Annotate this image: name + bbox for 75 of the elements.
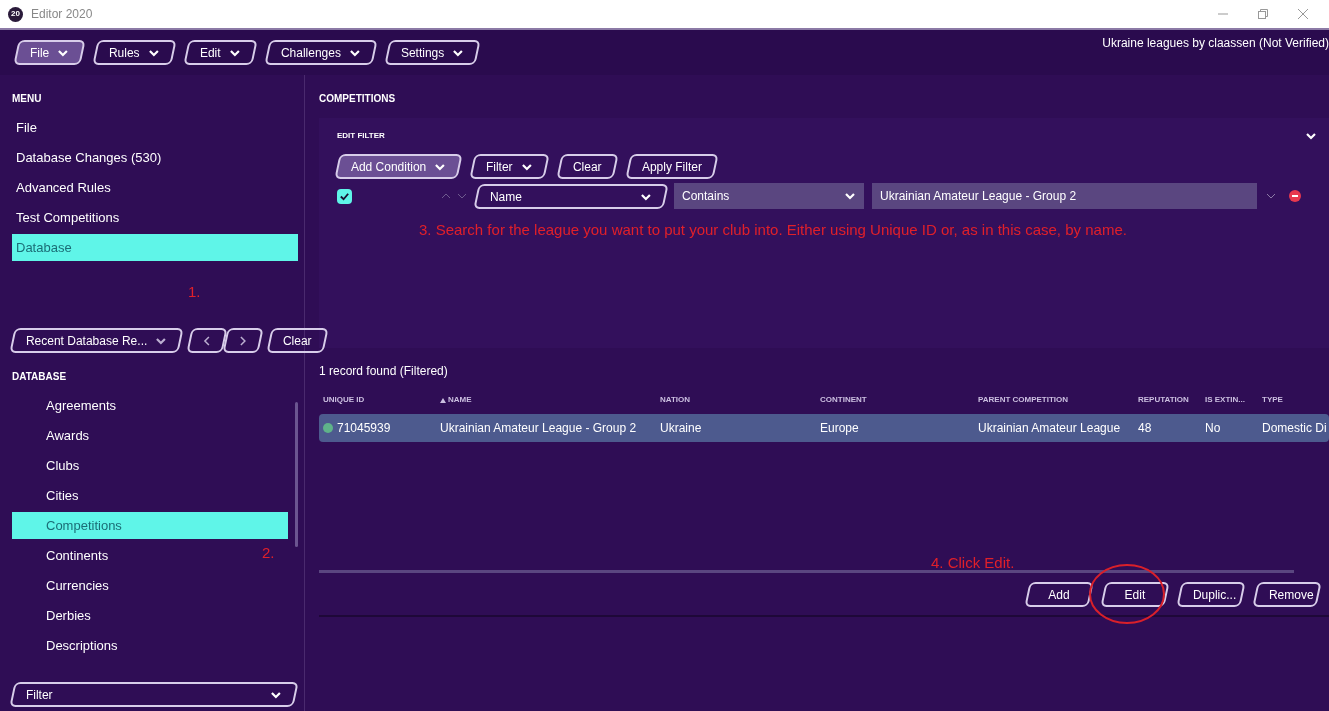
menu-button[interactable]: Challenges <box>264 40 378 65</box>
field-dropdown[interactable]: Name <box>473 183 669 209</box>
section-heading: DATABASE <box>11 370 68 384</box>
category-item[interactable]: Descriptions <box>12 632 126 659</box>
menu-item[interactable]: File <box>12 114 292 141</box>
section-heading: COMPETITIONS <box>319 92 397 106</box>
filter-action-button[interactable]: Clear <box>556 154 619 179</box>
section-heading: MENU <box>11 92 43 106</box>
column-header[interactable]: NATION <box>660 394 691 406</box>
checkbox[interactable] <box>337 188 352 204</box>
dropdown-button[interactable]: Add Condition <box>334 154 464 179</box>
column-header[interactable]: REPUTATION <box>1138 394 1189 406</box>
filter-dropdown[interactable]: Filter <box>9 682 299 707</box>
filter-action-button[interactable]: Apply Filter <box>625 154 719 179</box>
close-icon[interactable] <box>1297 8 1309 20</box>
project-name: Ukraine leagues by claassen (Not Verified) <box>1102 35 1329 52</box>
category-item[interactable]: Cities <box>12 482 87 509</box>
menu-button[interactable]: Settings <box>384 40 481 65</box>
chevron-down-icon <box>1305 130 1317 142</box>
status-icon <box>323 423 333 433</box>
scrollbar[interactable] <box>295 402 298 547</box>
category-item[interactable]: Currencies <box>12 572 117 599</box>
column-header[interactable]: PARENT COMPETITION <box>978 394 1069 406</box>
operator-dropdown[interactable]: Contains <box>674 183 864 209</box>
menu-item[interactable]: Advanced Rules <box>12 174 292 201</box>
category-item[interactable]: Clubs <box>12 452 88 479</box>
table-cell: 71045939 <box>323 419 440 437</box>
annotation-text: 3. Search for the league you want to put your club into. Either using Unique ID or, as in this case, by name. <box>419 220 1128 240</box>
table-cell-text: Ukrainian Amateur League <box>978 420 1122 437</box>
annotation-text: 2. <box>262 543 275 563</box>
chevron-down-icon <box>844 190 856 202</box>
table-cell-text: Ukrainian Amateur League - Group 2 <box>440 420 638 437</box>
category-item[interactable]: Derbies <box>12 602 99 629</box>
menu-item[interactable]: Database <box>12 234 298 261</box>
dropdown-button[interactable]: Filter <box>469 154 550 179</box>
category-item[interactable]: Agreements <box>12 392 125 419</box>
action-button[interactable]: Add <box>1024 582 1094 607</box>
window-title: Editor 2020 <box>31 6 93 23</box>
menu-item[interactable]: Test Competitions <box>12 204 292 231</box>
sort-ascending-icon <box>440 397 446 403</box>
column-header[interactable]: TYPE <box>1262 394 1283 406</box>
column-header[interactable]: IS EXTIN... <box>1205 394 1245 406</box>
table-cell-text: No <box>1205 420 1222 437</box>
checkmark-icon <box>339 190 350 202</box>
section-heading: EDIT FILTER <box>337 130 385 142</box>
category-item[interactable]: Continents <box>12 542 117 569</box>
recent-dropdown[interactable]: Recent Database Re... <box>9 328 185 353</box>
menu-button[interactable]: Rules <box>92 40 177 65</box>
annotation-text: 1. <box>188 282 201 302</box>
table-row[interactable]: 71045939 Ukrainian Amateur League - Group 2 Ukraine Europe Ukrainian Amateur League 48 No Domestic Di <box>319 414 1329 442</box>
table-cell-text: Ukraine <box>660 420 703 437</box>
value-field[interactable]: Ukrainian Amateur League - Group 2 <box>872 183 1257 209</box>
category-item[interactable]: Awards <box>12 422 98 449</box>
action-button[interactable]: Remove <box>1252 582 1322 607</box>
table-cell-text: 48 <box>1138 420 1153 437</box>
chevron-right-icon <box>239 334 248 347</box>
table-cell-text: Europe <box>820 420 860 437</box>
restore-icon[interactable] <box>1257 8 1269 20</box>
chevron-left-icon <box>203 334 212 347</box>
menu-button[interactable]: Edit <box>183 40 258 65</box>
menu-item[interactable]: Database Changes (530) <box>12 144 292 171</box>
table-cell-text: Domestic Di <box>1262 420 1327 437</box>
column-header[interactable]: UNIQUE ID <box>323 394 365 406</box>
column-header[interactable]: CONTINENT <box>820 394 867 406</box>
category-item[interactable]: Competitions <box>12 512 288 539</box>
action-button[interactable]: Duplic... <box>1176 582 1246 607</box>
forward-button[interactable] <box>222 328 265 353</box>
annotation-text: 4. Click Edit. <box>931 553 1015 573</box>
column-header[interactable]: NAME <box>440 394 472 406</box>
app-logo: 20 <box>8 6 23 22</box>
record-count: 1 record found (Filtered) <box>319 363 449 380</box>
remove-icon[interactable] <box>1289 190 1301 202</box>
menu-button[interactable]: File <box>13 40 86 65</box>
action-button[interactable]: Edit <box>1100 582 1170 607</box>
back-button[interactable] <box>186 328 229 353</box>
